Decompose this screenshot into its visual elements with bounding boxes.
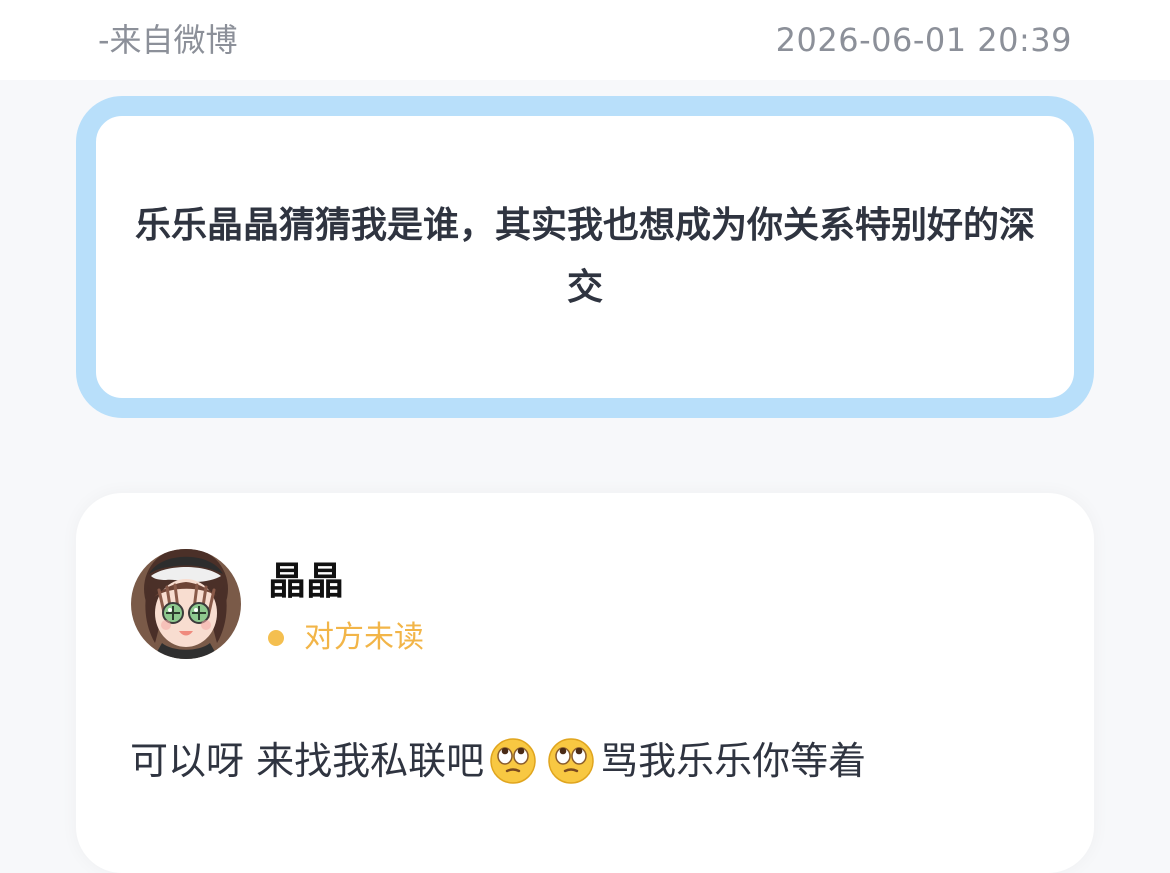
- message-timestamp: 2026-06-01 20:39: [775, 21, 1072, 59]
- reply-message-text: 可以呀 来找我私联吧 骂我乐乐你等着: [130, 735, 866, 787]
- reply-text-before: 可以呀 来找我私联吧: [130, 739, 485, 783]
- reply-card: 晶晶 对方未读 可以呀 来找我私联吧 骂我乐乐你等着: [76, 493, 1094, 873]
- reply-text-after: 骂我乐乐你等着: [600, 739, 867, 783]
- read-status: 对方未读: [268, 617, 424, 659]
- unread-dot-icon: [268, 630, 284, 646]
- message-header: -来自微博 2026-06-01 20:39: [0, 0, 1170, 80]
- user-avatar[interactable]: [131, 549, 241, 659]
- eye-roll-emoji-icon: [489, 737, 537, 785]
- user-name[interactable]: 晶晶: [268, 557, 344, 605]
- anonymous-message-card: 乐乐晶晶猜猜我是谁，其实我也想成为你关系特别好的深交: [76, 96, 1094, 418]
- read-status-text: 对方未读: [304, 620, 424, 655]
- source-label: -来自微博: [98, 21, 238, 59]
- eye-roll-emoji-icon: [547, 737, 595, 785]
- anonymous-message-text: 乐乐晶晶猜猜我是谁，其实我也想成为你关系特别好的深交: [135, 205, 1036, 308]
